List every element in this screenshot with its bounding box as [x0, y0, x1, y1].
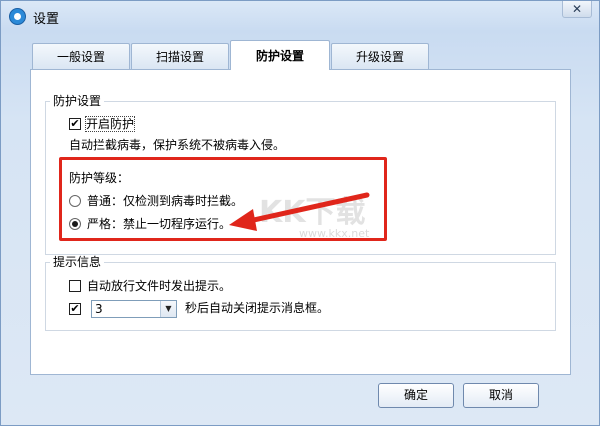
tab-upgrade[interactable]: 升级设置: [331, 43, 429, 69]
enable-protection-checkbox[interactable]: ✔: [69, 118, 81, 130]
release-notify-label[interactable]: 自动放行文件时发出提示。: [87, 279, 231, 293]
tab-protection[interactable]: 防护设置: [230, 40, 330, 70]
protection-description: 自动拦截病毒，保护系统不被病毒入侵。: [69, 138, 286, 152]
ok-button[interactable]: 确定: [378, 383, 454, 408]
notify-group: 提示信息: [45, 255, 556, 331]
app-logo-icon: [9, 8, 26, 25]
cancel-button[interactable]: 取消: [463, 383, 539, 408]
check-icon: ✔: [70, 302, 80, 315]
autoclose-label: 秒后自动关闭提示消息框。: [185, 301, 330, 315]
window-title: 设置: [33, 12, 60, 27]
close-icon: ✕: [571, 2, 583, 16]
seconds-select[interactable]: 3 ▼: [91, 300, 177, 318]
annotation-arrow-icon: [229, 192, 370, 231]
notify-group-title: 提示信息: [50, 255, 105, 269]
chevron-down-icon[interactable]: ▼: [160, 301, 176, 317]
check-icon: ✔: [70, 117, 80, 130]
settings-window: 设置 ✕ 一般设置 扫描设置 防护设置 升级设置 防护设置 提示信息 ✔ 开启防…: [0, 0, 600, 426]
enable-protection-label[interactable]: 开启防护: [84, 116, 136, 132]
close-button[interactable]: ✕: [562, 1, 592, 18]
tab-general[interactable]: 一般设置: [32, 43, 130, 69]
seconds-value: 3: [95, 302, 103, 316]
release-notify-checkbox[interactable]: [69, 280, 81, 292]
autoclose-checkbox[interactable]: ✔: [69, 303, 81, 315]
tab-scan[interactable]: 扫描设置: [131, 43, 229, 69]
protection-group-title: 防护设置: [50, 94, 105, 108]
title-bar: 设置 ✕: [1, 1, 599, 31]
